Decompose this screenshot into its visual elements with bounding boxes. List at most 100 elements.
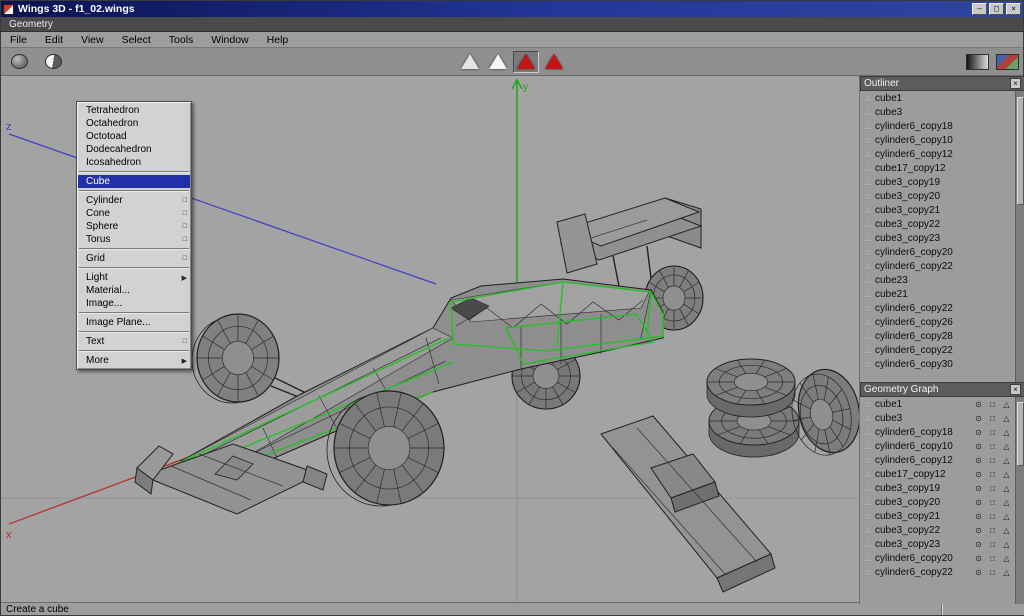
viewport-3d[interactable]: z x y [1,76,1024,604]
geometry-graph-item[interactable]: △ cylinder6_copy20 ⊙ □ △ [860,551,1015,565]
outliner-item[interactable]: △ cube3_copy19 [860,175,1015,189]
context-menu-item[interactable]: Sphere □ [78,220,190,233]
color-view-button[interactable] [994,51,1020,73]
visibility-eye-icon[interactable]: ⊙ [973,400,984,409]
wireframe-icon[interactable]: △ [1001,400,1012,409]
front-left-wheel[interactable] [192,314,279,403]
visibility-eye-icon[interactable]: ⊙ [973,498,984,507]
tire-stack[interactable] [707,359,799,457]
geometry-graph-item[interactable]: △ cube17_copy12 ⊙ □ △ [860,467,1015,481]
lock-icon[interactable]: □ [987,540,998,549]
outliner-item[interactable]: △ cube3 [860,105,1015,119]
outliner-item[interactable]: △ cylinder6_copy12 [860,147,1015,161]
wireframe-icon[interactable]: △ [1001,554,1012,563]
lock-icon[interactable]: □ [987,470,998,479]
outliner-item[interactable]: △ cylinder6_copy30 [860,357,1015,371]
outliner-item[interactable]: △ cube23 [860,273,1015,287]
wireframe-icon[interactable]: △ [1001,414,1012,423]
outliner-item[interactable]: △ cylinder6_copy22 [860,301,1015,315]
context-menu-item[interactable]: Material... [78,284,190,297]
menubar-item[interactable]: Edit [36,32,72,47]
face-select-button[interactable] [513,51,539,73]
visibility-eye-icon[interactable]: ⊙ [973,442,984,451]
minimize-button[interactable]: – [972,3,987,15]
lock-icon[interactable]: □ [987,568,998,577]
menubar-item[interactable]: Tools [160,32,203,47]
wireframe-icon[interactable]: △ [1001,428,1012,437]
outliner-item[interactable]: △ cube3_copy21 [860,203,1015,217]
wireframe-icon[interactable]: △ [1001,442,1012,451]
visibility-eye-icon[interactable]: ⊙ [973,512,984,521]
wireframe-icon[interactable]: △ [1001,470,1012,479]
workspace-tab-geometry[interactable]: Geometry [1,19,61,30]
context-menu-item[interactable]: Image Plane... [78,316,190,329]
geometry-graph-item[interactable]: △ cylinder6_copy22 ⊙ □ △ [860,565,1015,579]
geometry-graph-header[interactable]: Geometry Graph × [860,382,1024,397]
context-menu-item[interactable]: Cube [78,175,190,188]
wireframe-icon[interactable]: △ [1001,526,1012,535]
outliner-item[interactable]: △ cylinder6_copy20 [860,245,1015,259]
context-menu-item[interactable]: Octahedron [78,117,190,130]
context-menu-item[interactable]: Tetrahedron [78,104,190,117]
outliner-item[interactable]: △ cylinder6_copy26 [860,315,1015,329]
wireframe-icon[interactable]: △ [1001,498,1012,507]
visibility-eye-icon[interactable]: ⊙ [973,554,984,563]
lock-icon[interactable]: □ [987,442,998,451]
geometry-graph-close-icon[interactable]: × [1010,384,1021,395]
vertex-select-button[interactable] [457,51,483,73]
wireframe-icon[interactable]: △ [1001,540,1012,549]
visibility-eye-icon[interactable]: ⊙ [973,414,984,423]
lock-icon[interactable]: □ [987,456,998,465]
lock-icon[interactable]: □ [987,484,998,493]
flat-shading-button[interactable] [6,51,32,73]
lock-icon[interactable]: □ [987,526,998,535]
smooth-shading-button[interactable] [40,51,66,73]
menubar-item[interactable]: File [1,32,36,47]
outliner-item[interactable]: △ cube17_copy12 [860,161,1015,175]
titlebar[interactable]: Wings 3D - f1_02.wings – □ × [1,1,1023,17]
outliner-item[interactable]: △ cylinder6_copy22 [860,259,1015,273]
outliner-close-icon[interactable]: × [1010,78,1021,89]
geometry-graph-item[interactable]: △ cube3 ⊙ □ △ [860,411,1015,425]
edge-select-button[interactable] [485,51,511,73]
outliner-item[interactable]: △ cube3_copy23 [860,231,1015,245]
outliner-item[interactable]: △ cylinder6_copy22 [860,343,1015,357]
close-button[interactable]: × [1006,3,1021,15]
outliner-item[interactable]: △ cube1 [860,91,1015,105]
context-menu-item[interactable]: Text □ [78,335,190,348]
context-menu-item[interactable]: More ▶ [78,354,190,367]
wireframe-icon[interactable]: △ [1001,568,1012,577]
visibility-eye-icon[interactable]: ⊙ [973,428,984,437]
visibility-eye-icon[interactable]: ⊙ [973,568,984,577]
geometry-graph-item[interactable]: △ cylinder6_copy18 ⊙ □ △ [860,425,1015,439]
geometry-graph-item[interactable]: △ cylinder6_copy10 ⊙ □ △ [860,439,1015,453]
menubar-item[interactable]: View [72,32,113,47]
context-menu-item[interactable]: Cylinder □ [78,194,190,207]
geometry-graph-scrollbar[interactable] [1015,397,1024,604]
visibility-eye-icon[interactable]: ⊙ [973,470,984,479]
context-menu-item[interactable]: Icosahedron [78,156,190,169]
visibility-eye-icon[interactable]: ⊙ [973,484,984,493]
context-menu-item[interactable]: Light ▶ [78,271,190,284]
wireframe-icon[interactable]: △ [1001,484,1012,493]
outliner-header[interactable]: Outliner × [860,76,1024,91]
outliner-item[interactable]: △ cylinder6_copy28 [860,329,1015,343]
geometry-graph-item[interactable]: △ cube3_copy23 ⊙ □ △ [860,537,1015,551]
geometry-graph-item[interactable]: △ cylinder6_copy12 ⊙ □ △ [860,453,1015,467]
front-wing[interactable] [135,444,327,514]
geometry-graph-item[interactable]: △ cube3_copy19 ⊙ □ △ [860,481,1015,495]
geometry-graph-item[interactable]: △ cube3_copy20 ⊙ □ △ [860,495,1015,509]
outliner-item[interactable]: △ cylinder6_copy18 [860,119,1015,133]
maximize-button[interactable]: □ [989,3,1004,15]
lock-icon[interactable]: □ [987,400,998,409]
visibility-eye-icon[interactable]: ⊙ [973,456,984,465]
menubar-item[interactable]: Help [258,32,298,47]
wireframe-icon[interactable]: △ [1001,512,1012,521]
geometry-graph-item[interactable]: △ cube3_copy22 ⊙ □ △ [860,523,1015,537]
context-menu-item[interactable]: Image... [78,297,190,310]
context-menu-item[interactable]: Octotoad [78,130,190,143]
outliner-item[interactable]: △ cube3_copy20 [860,189,1015,203]
outliner-scrollbar[interactable] [1015,91,1024,382]
scrollbar-thumb[interactable] [1017,402,1024,466]
visibility-eye-icon[interactable]: ⊙ [973,526,984,535]
